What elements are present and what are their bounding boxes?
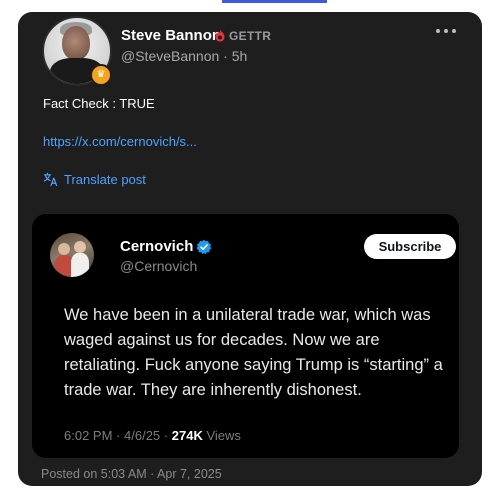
meta-separator: · bbox=[116, 428, 121, 443]
quoted-author-name[interactable]: Cernovich bbox=[120, 238, 193, 255]
author-name[interactable]: Steve Bannon bbox=[121, 27, 221, 44]
verified-badge-icon bbox=[196, 239, 212, 254]
subscribe-button[interactable]: Subscribe bbox=[364, 234, 456, 259]
translate-post-button[interactable]: Translate post bbox=[43, 170, 146, 188]
time-separator: · bbox=[223, 48, 228, 64]
quoted-author-handle[interactable]: @Cernovich bbox=[120, 258, 197, 274]
more-dots-icon[interactable] bbox=[434, 22, 458, 40]
quoted-post[interactable]: Cernovich @Cernovich Subscribe We have b… bbox=[32, 214, 459, 458]
translate-icon bbox=[43, 172, 58, 186]
platform-label: GETTR bbox=[229, 29, 272, 43]
post-age: 5h bbox=[231, 48, 248, 64]
quoted-post-meta: 6:02 PM · 4/6/25 · 274K Views bbox=[64, 428, 241, 443]
top-accent-bar bbox=[222, 0, 327, 3]
quoted-post-text: We have been in a unilateral trade war, … bbox=[64, 306, 443, 399]
author-handle[interactable]: @SteveBannon bbox=[121, 48, 219, 64]
views-count: 274K bbox=[171, 428, 203, 443]
translate-label: Translate post bbox=[64, 171, 146, 187]
views-label: Views bbox=[206, 428, 241, 443]
quoted-author-avatar[interactable] bbox=[50, 233, 94, 277]
quoted-post-time[interactable]: 6:02 PM bbox=[64, 428, 112, 443]
author-handle-line: @SteveBannon · 5h bbox=[121, 48, 247, 64]
posted-timestamp: Posted on 5:03 AM · Apr 7, 2025 bbox=[41, 467, 222, 481]
quoted-post-date[interactable]: 4/6/25 bbox=[124, 428, 160, 443]
post-text: Fact Check : TRUE bbox=[43, 96, 155, 111]
post-card: ♛ Steve Bannon GETTR @SteveBannon · 5h F… bbox=[18, 12, 482, 486]
post-link[interactable]: https://x.com/cernovich/s... bbox=[43, 134, 197, 149]
meta-separator: · bbox=[163, 428, 169, 443]
crown-badge-icon: ♛ bbox=[90, 64, 112, 86]
gettr-flame-icon bbox=[215, 29, 225, 42]
